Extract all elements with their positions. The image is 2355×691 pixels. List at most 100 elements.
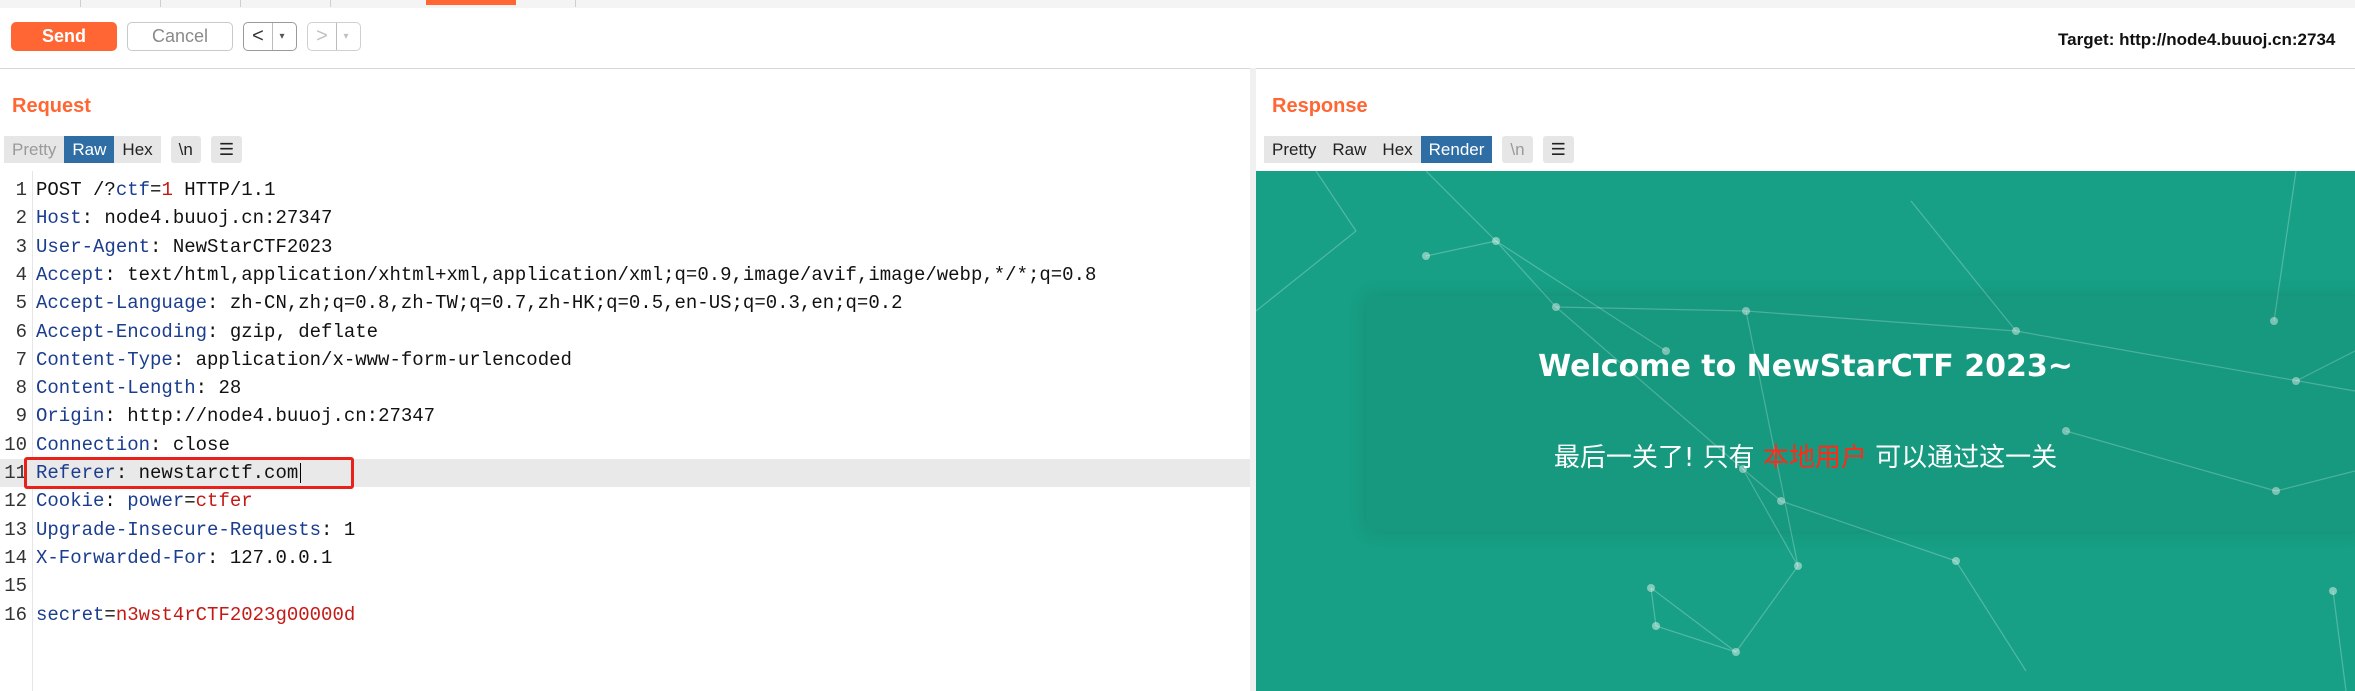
request-tab-raw[interactable]: Raw	[64, 135, 115, 163]
line-content[interactable]: User-Agent: NewStarCTF2023	[36, 233, 332, 261]
chevron-down-icon[interactable]: ▾	[272, 23, 291, 50]
line-number: 1	[15, 179, 27, 201]
line-number: 7	[15, 348, 27, 371]
request-line[interactable]: 16 secret=n3wst4rCTF2023g00000d	[0, 601, 1250, 629]
request-menu-icon[interactable]: ☰	[210, 135, 243, 163]
line-content[interactable]: Origin: http://node4.buuoj.cn:27347	[36, 402, 435, 430]
line-number: 12	[4, 490, 27, 513]
code-token: : close	[150, 433, 230, 456]
request-line[interactable]: 9 Origin: http://node4.buuoj.cn:27347	[0, 402, 1250, 430]
code-token: Origin	[36, 405, 105, 428]
line-content[interactable]: Content-Length: 28	[36, 374, 241, 402]
code-token: : application/x-www-form-urlencoded	[172, 348, 572, 371]
line-content[interactable]: Accept-Language: zh-CN,zh;q=0.8,zh-TW;q=…	[36, 289, 903, 317]
line-number: 4	[15, 263, 27, 286]
active-repeater-tab[interactable]	[426, 0, 516, 5]
tab-separator	[575, 0, 576, 7]
code-token: Cookie	[36, 490, 105, 513]
request-tab-pretty: Pretty	[4, 135, 65, 163]
response-tab-raw[interactable]: Raw	[1324, 135, 1375, 163]
tab-separator	[160, 0, 161, 7]
repeater-toolbar: Send Cancel < ▾ > ▾ Target: http://node4…	[0, 8, 2355, 69]
code-token: : text/html,application/xhtml+xml,applic…	[104, 263, 1097, 286]
line-content[interactable]: Content-Type: application/x-www-form-url…	[36, 346, 572, 374]
code-token: Upgrade-Insecure-Requests	[36, 518, 322, 541]
request-line[interactable]: 4 Accept: text/html,application/xhtml+xml…	[0, 261, 1250, 289]
cancel-button[interactable]: Cancel	[127, 22, 233, 51]
hint-text-tail: 可以通过这一关	[1866, 443, 2058, 473]
code-token: :	[104, 490, 128, 513]
request-line[interactable]: 7 Content-Type: application/x-www-form-ur…	[0, 346, 1250, 374]
request-editor[interactable]: 1 POST /?ctf=1 HTTP/1.1 2 Host: node4.buuoj…	[0, 171, 1250, 691]
response-menu-icon[interactable]: ☰	[1542, 135, 1574, 163]
line-content[interactable]: Host: node4.buuoj.cn:27347	[36, 204, 332, 232]
response-view-tabs: Pretty Raw Hex Render \n ☰	[1264, 135, 1574, 163]
line-content[interactable]: Cookie: power=ctfer	[36, 487, 253, 515]
code-token: power	[127, 490, 185, 513]
code-token: User-Agent	[36, 235, 151, 258]
line-number: 9	[15, 405, 27, 428]
target-url[interactable]: Target: http://node4.buuoj.cn:2734	[2058, 30, 2335, 50]
code-token: HTTP/1.1	[172, 179, 276, 201]
line-content[interactable]: X-Forwarded-For: 127.0.0.1	[36, 544, 332, 572]
request-line[interactable]: 3 User-Agent: NewStarCTF2023	[0, 233, 1250, 261]
code-token: Accept-Language	[36, 292, 208, 315]
line-content[interactable]: Connection: close	[36, 431, 230, 459]
tab-separator	[330, 0, 331, 7]
code-token: : http://node4.buuoj.cn:27347	[104, 405, 436, 428]
annotation-highlight-box	[24, 457, 354, 489]
local-user-highlight: 本地用户	[1762, 443, 1867, 473]
welcome-heading: Welcome to NewStarCTF 2023~	[1538, 349, 2073, 384]
request-line[interactable]: 15	[0, 572, 1250, 600]
hint-text: 最后一关了! 只有	[1553, 443, 1763, 473]
hint-message: 最后一关了! 只有 本地用户 可以通过这一关	[1256, 437, 2355, 474]
line-content[interactable]: Upgrade-Insecure-Requests: 1	[36, 516, 355, 544]
code-token: Host	[36, 207, 82, 230]
request-line[interactable]: 5 Accept-Language: zh-CN,zh;q=0.8,zh-TW;q…	[0, 289, 1250, 317]
response-tab-pretty[interactable]: Pretty	[1264, 135, 1325, 163]
request-line[interactable]: 6 Accept-Encoding: gzip, deflate	[0, 318, 1250, 346]
code-token: =	[150, 179, 162, 201]
line-content[interactable]: Accept: text/html,application/xhtml+xml,…	[36, 261, 1096, 289]
code-token: 1	[161, 179, 173, 201]
response-pane-title: Response	[1272, 95, 1368, 117]
line-number: 6	[15, 320, 27, 343]
code-token: Content-Length	[36, 377, 196, 400]
line-number: 8	[15, 377, 27, 400]
request-view-tabs: Pretty Raw Hex \n ☰	[4, 135, 243, 163]
code-token: : zh-CN,zh;q=0.8,zh-TW;q=0.7,zh-HK;q=0.5…	[207, 292, 903, 315]
back-nav-group[interactable]: < ▾	[243, 22, 297, 51]
request-tab-hex[interactable]: Hex	[114, 135, 161, 163]
code-token: : 1	[321, 518, 356, 541]
request-line[interactable]: 13 Upgrade-Insecure-Requests: 1	[0, 516, 1250, 544]
request-line[interactable]: 8 Content-Length: 28	[0, 374, 1250, 402]
line-number: 16	[4, 603, 27, 626]
code-token: : node4.buuoj.cn:27347	[81, 207, 333, 230]
code-token: Content-Type	[36, 348, 173, 371]
line-number: 2	[15, 207, 27, 230]
forward-nav-group[interactable]: > ▾	[307, 22, 361, 51]
response-tab-render[interactable]: Render	[1420, 135, 1493, 163]
response-render-view: Welcome to NewStarCTF 2023~ 最后一关了! 只有 本地…	[1256, 171, 2355, 691]
request-line[interactable]: 1 POST /?ctf=1 HTTP/1.1	[0, 176, 1250, 204]
chevron-down-icon[interactable]: ▾	[336, 23, 355, 50]
request-newline-toggle[interactable]: \n	[170, 135, 201, 163]
code-token: ctfer	[195, 490, 253, 513]
line-content[interactable]: Accept-Encoding: gzip, deflate	[36, 318, 378, 346]
request-line[interactable]: 14 X-Forwarded-For: 127.0.0.1	[0, 544, 1250, 572]
back-arrow-icon[interactable]: <	[244, 23, 272, 50]
line-content[interactable]: secret=n3wst4rCTF2023g00000d	[36, 601, 355, 629]
request-line[interactable]: 2 Host: node4.buuoj.cn:27347	[0, 204, 1250, 232]
request-line[interactable]: 12 Cookie: power=ctfer	[0, 487, 1250, 515]
code-token: : 28	[195, 377, 242, 400]
forward-arrow-icon[interactable]: >	[308, 23, 336, 50]
code-token: secret	[36, 603, 105, 626]
request-line[interactable]: 10 Connection: close	[0, 431, 1250, 459]
code-token: : gzip, deflate	[207, 320, 379, 343]
code-token: Accept-Encoding	[36, 320, 208, 343]
line-content[interactable]: POST /?ctf=1 HTTP/1.1	[36, 176, 275, 204]
line-number: 5	[15, 292, 27, 315]
code-token: =	[104, 603, 116, 626]
response-tab-hex[interactable]: Hex	[1374, 135, 1421, 163]
send-button[interactable]: Send	[11, 22, 117, 51]
